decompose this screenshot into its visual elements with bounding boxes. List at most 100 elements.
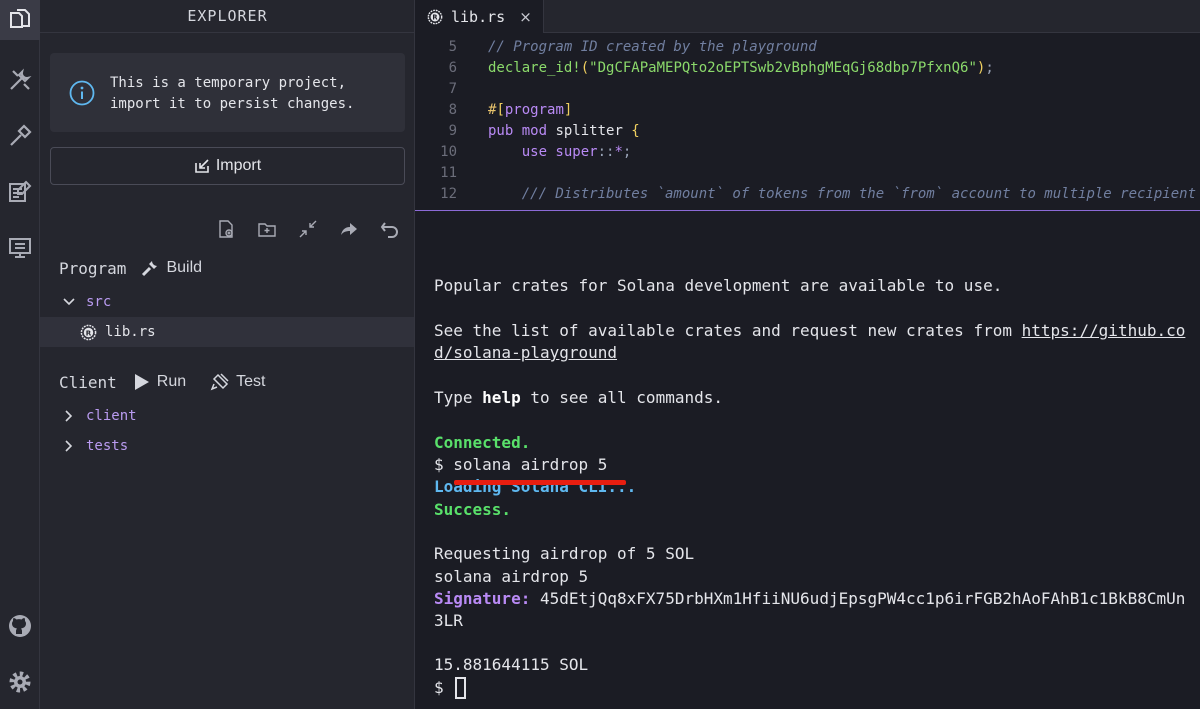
- code-token: pub mod: [488, 123, 556, 139]
- import-label: Import: [215, 157, 262, 174]
- chevron-right-icon: [65, 440, 73, 452]
- new-file-icon[interactable]: [215, 218, 237, 240]
- terminal-line-crate-list: See the list of available crates and req…: [434, 320, 1185, 342]
- notice-text: This is a temporary project, import it t…: [110, 75, 355, 112]
- code-line: 9 pub mod splitter {: [415, 121, 640, 142]
- code-line: 8 #[program]: [415, 100, 573, 121]
- files-icon[interactable]: [0, 0, 40, 40]
- tab-lib-rs[interactable]: R lib.rs ×: [415, 0, 544, 33]
- crate-list-text: See the list of available crates and req…: [434, 321, 1022, 340]
- terminal-prompt[interactable]: $: [434, 677, 467, 699]
- terminal-line-balance: 15.881644115 SOL: [434, 655, 589, 674]
- rust-file-icon: R: [427, 9, 443, 24]
- chevron-down-icon: [63, 298, 75, 306]
- code-line: 11: [415, 163, 488, 184]
- test-label: Test: [236, 373, 266, 390]
- temporary-project-notice: This is a temporary project, import it t…: [50, 53, 405, 132]
- line-number: 11: [440, 165, 457, 181]
- terminal-line-signature: Signature: 45dEtjQq8xFX75DrbHXm1HfiiNU6u…: [434, 588, 1185, 610]
- test-button[interactable]: Test: [210, 372, 266, 392]
- explorer-toolbar: [215, 218, 401, 240]
- annotation-underline: [454, 480, 626, 485]
- code-token: declare_id!: [488, 60, 581, 76]
- code-token: ;: [985, 60, 994, 76]
- src-folder-label: src: [86, 294, 112, 310]
- terminal-line-connected: Connected.: [434, 433, 531, 452]
- rust-file-icon: R: [80, 324, 97, 340]
- line-number: 5: [448, 39, 457, 55]
- import-icon: [195, 159, 209, 173]
- lib-rs-file[interactable]: R lib.rs: [40, 317, 414, 347]
- hammer-icon[interactable]: [0, 116, 40, 156]
- src-folder[interactable]: src: [40, 287, 414, 317]
- crate-list-link[interactable]: https://github.co: [1022, 321, 1186, 340]
- explorer-sidebar: EXPLORER This is a temporary project, im…: [40, 0, 415, 709]
- code-token: /// Distributes `amount` of tokens from …: [521, 186, 1197, 202]
- terminal-line-command: $ solana airdrop 5: [434, 455, 608, 474]
- program-title: Program: [59, 258, 127, 278]
- code-token: // Program ID created by the playground: [488, 39, 817, 55]
- code-line: 5 // Program ID created by the playground: [415, 37, 817, 58]
- tests-folder-label: tests: [86, 438, 129, 454]
- tutorials-icon[interactable]: [0, 172, 40, 212]
- code-line: 7: [415, 79, 488, 100]
- terminal-line-crate-link: d/solana-playground: [434, 342, 617, 364]
- new-folder-icon[interactable]: [256, 218, 278, 240]
- code-line: 12 /// Distributes `amount` of tokens fr…: [415, 184, 1196, 205]
- gear-icon[interactable]: [0, 662, 40, 702]
- help-suffix: to see all commands.: [520, 388, 723, 407]
- lib-rs-label: lib.rs: [105, 324, 156, 340]
- share-icon[interactable]: [338, 218, 360, 240]
- wrench-icon: [142, 261, 158, 277]
- run-label: Run: [156, 373, 187, 390]
- client-folder[interactable]: client: [40, 401, 414, 431]
- code-token: use super: [521, 144, 598, 160]
- collapse-icon[interactable]: [297, 218, 319, 240]
- code-token: [: [496, 102, 505, 118]
- run-button[interactable]: Run: [131, 372, 186, 392]
- activity-bar: [0, 0, 40, 709]
- flask-icon: [210, 373, 229, 391]
- line-number: 6: [448, 60, 457, 76]
- code-token: *: [614, 144, 623, 160]
- terminal[interactable]: Popular crates for Solana development ar…: [415, 212, 1200, 709]
- undo-icon[interactable]: [379, 218, 401, 240]
- import-button[interactable]: Import: [50, 147, 405, 185]
- info-icon: [69, 80, 95, 106]
- code-token: "DgCFAPaMEPQto2oEPTSwb2vBphgMEqGj68dbp7P…: [589, 60, 977, 76]
- help-command: help: [482, 388, 521, 407]
- code-editor[interactable]: 5 // Program ID created by the playground…: [415, 33, 1200, 211]
- chevron-right-icon: [65, 410, 73, 422]
- line-number: 7: [448, 81, 457, 97]
- line-number: 9: [448, 123, 457, 139]
- crate-list-link-continued[interactable]: d/solana-playground: [434, 343, 617, 362]
- client-title: Client: [59, 372, 117, 392]
- code-line: 6 declare_id!("DgCFAPaMEPQto2oEPTSwb2vBph…: [415, 58, 994, 79]
- code-token: program: [504, 102, 564, 118]
- build-button[interactable]: Build: [140, 258, 202, 278]
- svg-text:R: R: [432, 13, 437, 21]
- build-label: Build: [166, 259, 203, 276]
- code-token: (: [580, 60, 590, 76]
- client-section-header: Client Run Test: [59, 370, 290, 394]
- help-prefix: Type: [434, 388, 483, 407]
- terminal-line-help: Type help to see all commands.: [434, 387, 723, 409]
- terminal-line-crates: Popular crates for Solana development ar…: [434, 276, 1003, 295]
- code-line: 10 use super::*;: [415, 142, 631, 163]
- terminal-line-echo: solana airdrop 5: [434, 567, 589, 586]
- terminal-line-requesting: Requesting airdrop of 5 SOL: [434, 544, 695, 563]
- tools-icon[interactable]: [0, 60, 40, 100]
- terminal-cursor: [455, 677, 467, 699]
- signature-value: 45dEtjQq8xFX75DrbHXm1HfiiNU6udjEpsgPW4cc…: [530, 589, 1186, 608]
- close-icon[interactable]: ×: [519, 8, 532, 26]
- line-number: 8: [448, 102, 457, 118]
- code-token: {: [631, 123, 640, 139]
- svg-text:R: R: [86, 328, 92, 337]
- github-icon[interactable]: [0, 606, 40, 646]
- editor-tab-bar: R lib.rs ×: [415, 0, 1200, 33]
- tests-folder[interactable]: tests: [40, 431, 414, 461]
- explorer-title: EXPLORER: [40, 0, 415, 33]
- monitor-icon[interactable]: [0, 228, 40, 268]
- terminal-line-signature-tail: 3LR: [434, 611, 463, 630]
